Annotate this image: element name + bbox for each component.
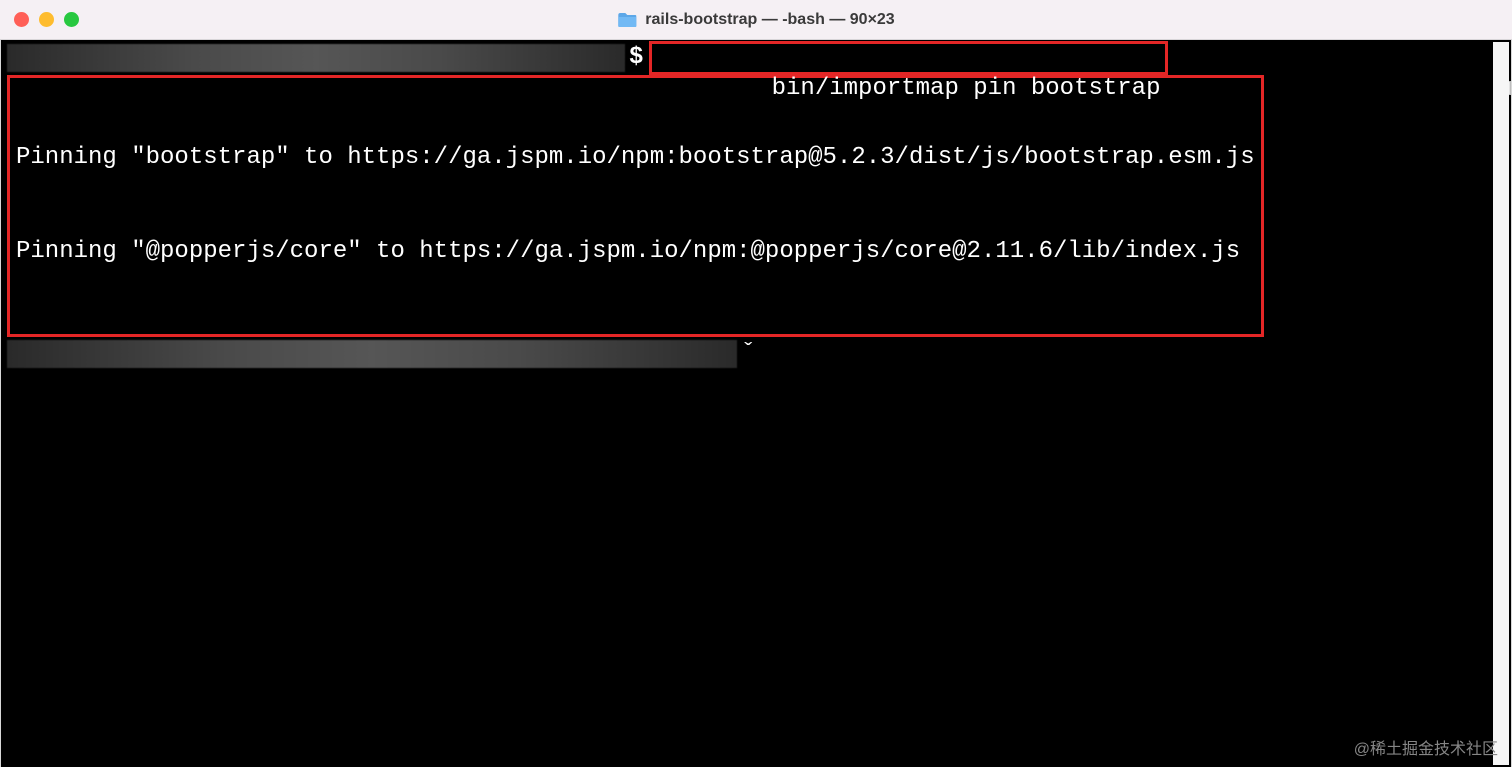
traffic-lights: [14, 12, 79, 27]
window-title: rails-bootstrap — -bash — 90×23: [645, 11, 894, 29]
terminal-body[interactable]: $ bin/importmap pin bootstrap Pinning "b…: [0, 40, 1512, 767]
command-text: bin/importmap pin bootstrap: [772, 75, 1161, 102]
output-highlight: Pinning "bootstrap" to https://ga.jspm.i…: [7, 75, 1264, 337]
terminal-scrollbar[interactable]: [1493, 42, 1509, 765]
minimize-button[interactable]: [39, 12, 54, 27]
title-group: rails-bootstrap — -bash — 90×23: [617, 11, 894, 29]
cursor-char: ˇ: [741, 338, 755, 369]
redacted-prompt-prefix: [7, 340, 737, 368]
titlebar: rails-bootstrap — -bash — 90×23: [0, 0, 1512, 40]
prompt-line: $ bin/importmap pin bootstrap: [7, 42, 1505, 73]
close-button[interactable]: [14, 12, 29, 27]
output-line: Pinning "bootstrap" to https://ga.jspm.i…: [16, 142, 1255, 173]
output-line: Pinning "@popperjs/core" to https://ga.j…: [16, 236, 1255, 267]
redacted-prompt-prefix: [7, 44, 625, 72]
command-highlight: bin/importmap pin bootstrap: [649, 41, 1167, 75]
cursor-line: ˇ: [7, 339, 1505, 370]
maximize-button[interactable]: [64, 12, 79, 27]
folder-icon: [617, 12, 637, 28]
terminal-window: rails-bootstrap — -bash — 90×23 $ bin/im…: [0, 0, 1512, 767]
watermark: @稀土掘金技术社区: [1354, 735, 1498, 759]
prompt-symbol: $: [629, 42, 643, 73]
